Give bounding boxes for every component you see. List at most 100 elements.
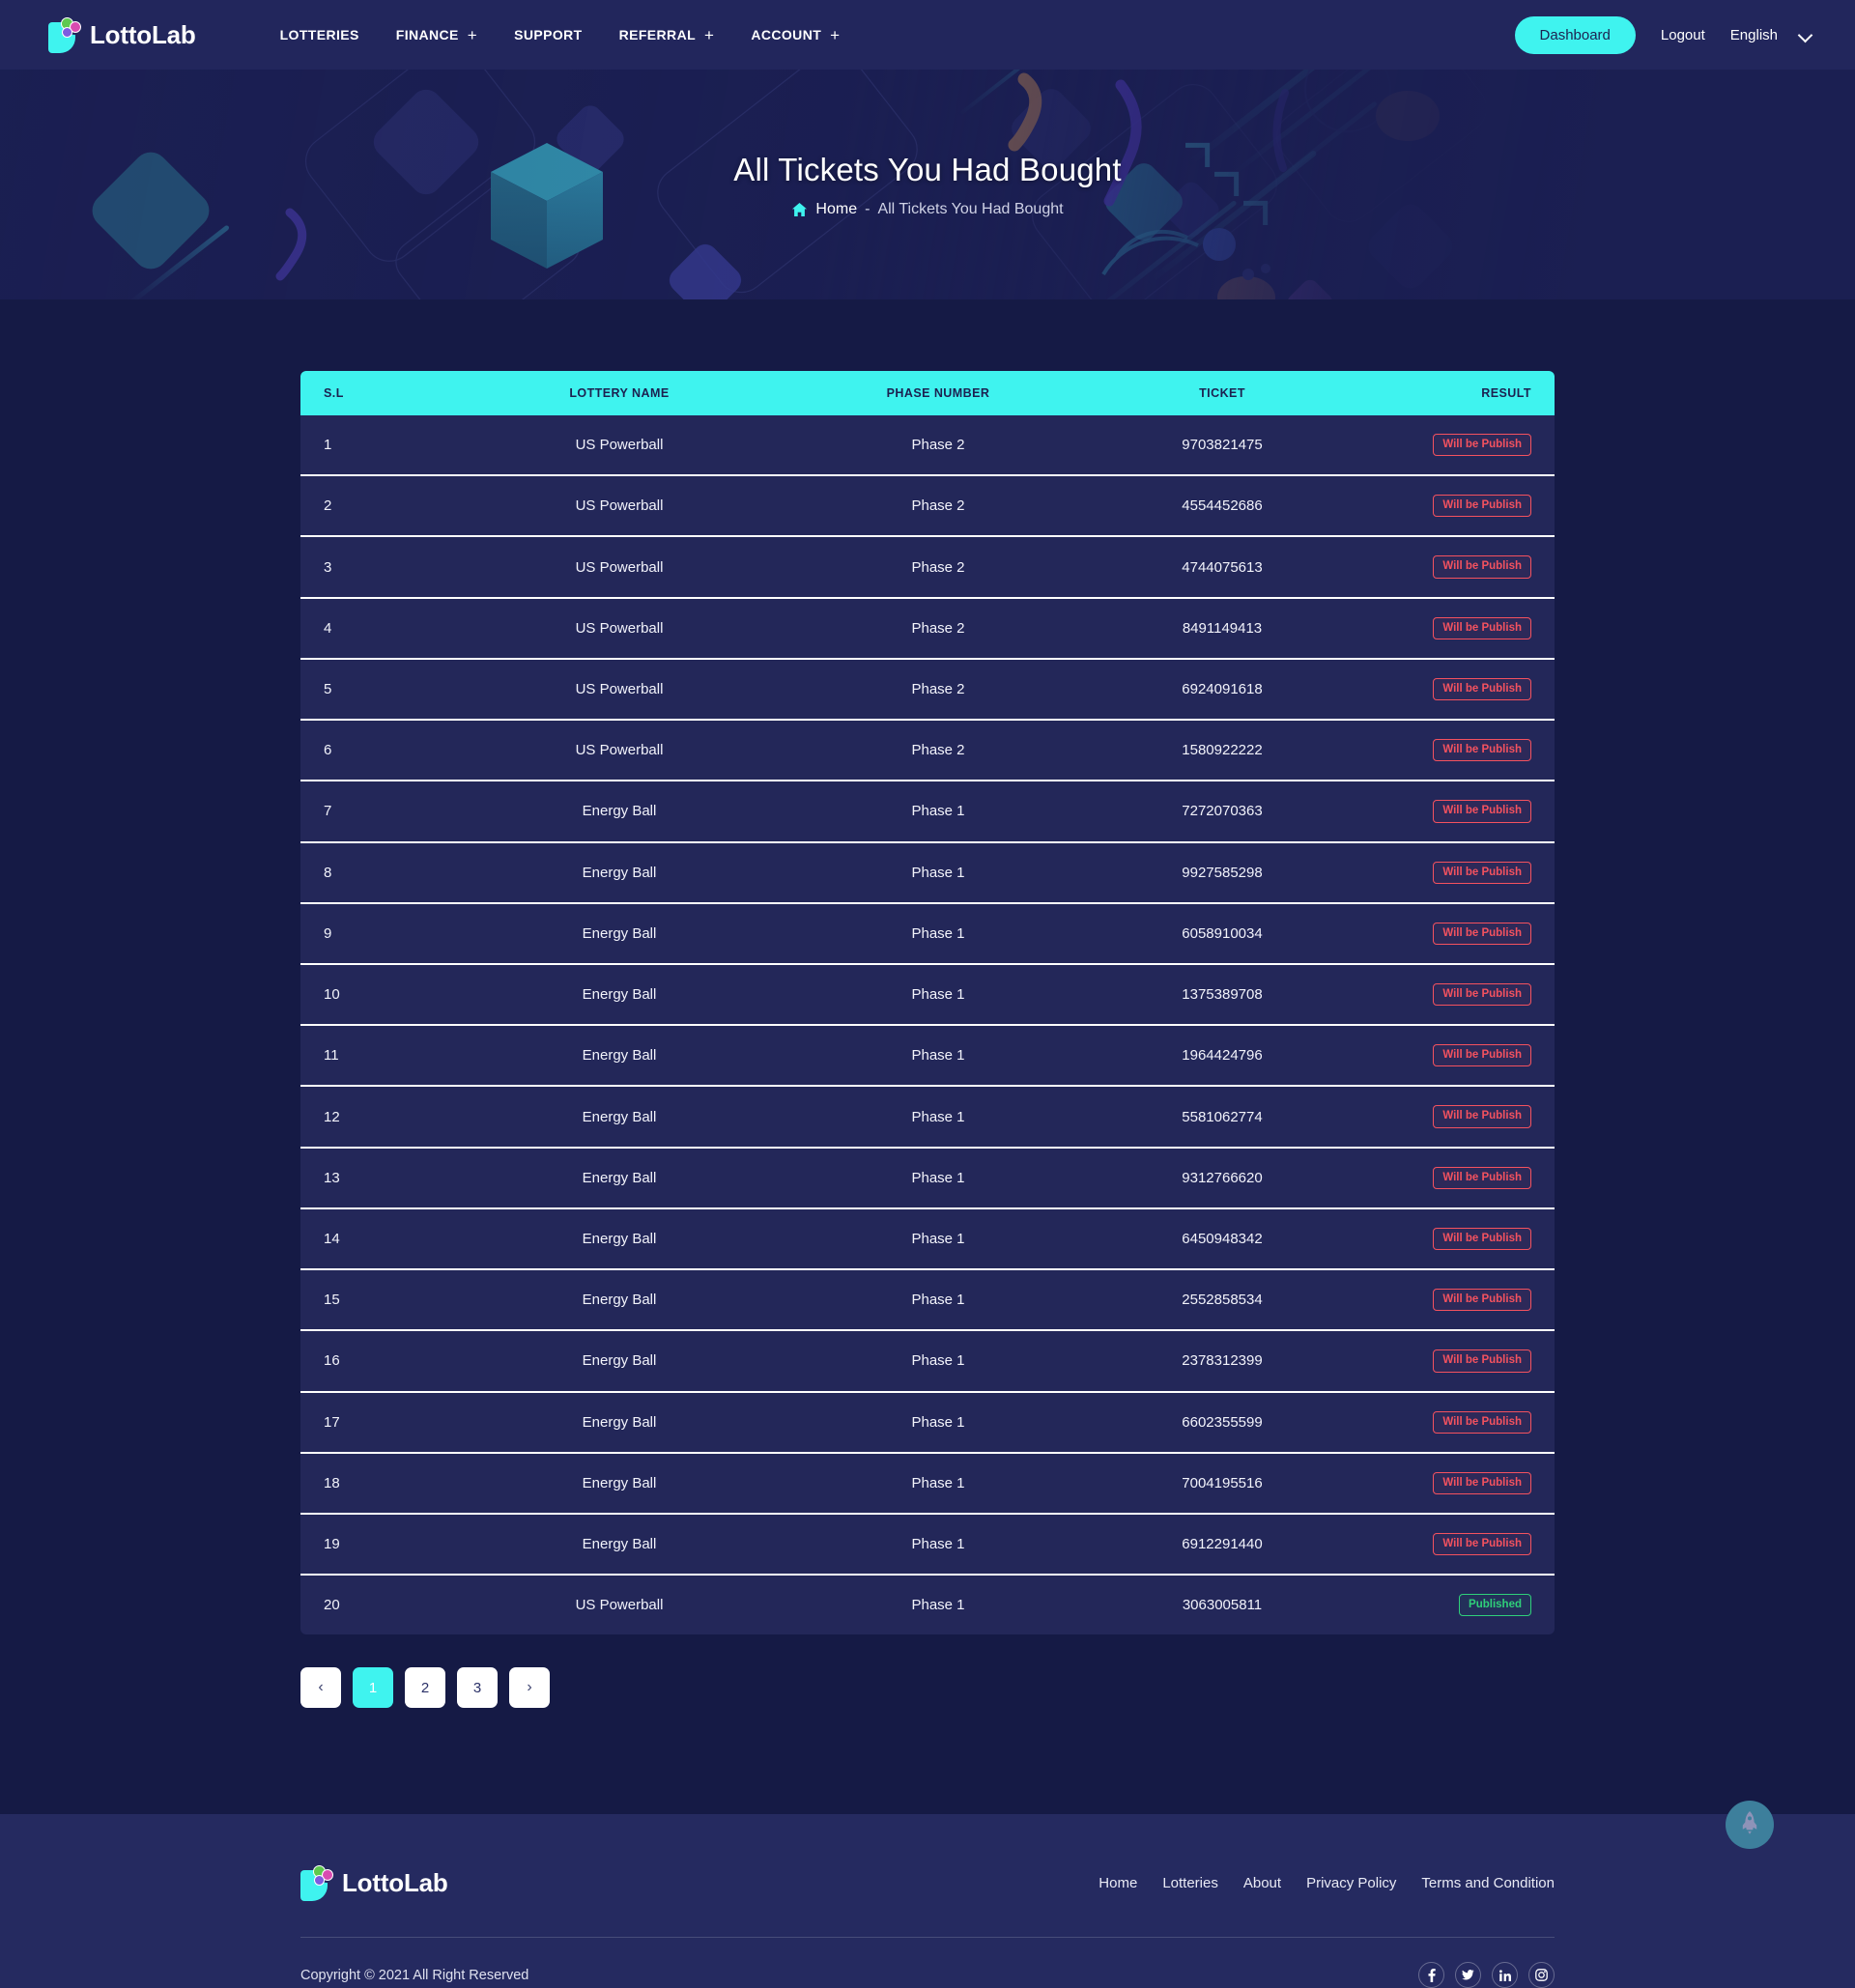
cell-ticket: 6058910034 (1083, 903, 1361, 965)
cell-lottery-name: Energy Ball (445, 1026, 793, 1088)
twitter-icon[interactable] (1455, 1962, 1481, 1988)
social-links (1418, 1962, 1555, 1988)
cell-ticket: 2552858534 (1083, 1270, 1361, 1332)
cell-phase-number: Phase 1 (793, 781, 1083, 843)
footer-link-lotteries[interactable]: Lotteries (1162, 1875, 1218, 1891)
nav-label: FINANCE (395, 27, 459, 43)
main-content: S.L LOTTERY NAME PHASE NUMBER TICKET RES… (0, 299, 1855, 1709)
status-badge: Will be Publish (1433, 616, 1531, 639)
status-badge: Will be Publish (1433, 1410, 1531, 1434)
table-row: 19 Energy Ball Phase 1 6912291440 Will be Pu… (300, 1514, 1555, 1576)
cell-phase-number: Phase 1 (793, 964, 1083, 1027)
cell-lottery-name: US Powerball (445, 659, 793, 722)
column-header-phase-number: PHASE NUMBER (793, 371, 1083, 415)
cell-result: Will be Publish (1361, 415, 1555, 477)
copyright-text: Copyright © 2021 All Right Reserved (300, 1967, 529, 1983)
status-badge: Will be Publish (1433, 1349, 1531, 1373)
table-row: 14 Energy Ball Phase 1 6450948342 Will be Pu… (300, 1208, 1555, 1271)
language-selector[interactable]: English (1730, 27, 1778, 43)
cell-result: Will be Publish (1361, 1208, 1555, 1271)
facebook-icon[interactable] (1418, 1962, 1444, 1988)
nav-item-finance[interactable]: FINANCE + (378, 27, 496, 43)
cell-ticket: 9927585298 (1083, 842, 1361, 904)
pagination-page-3[interactable]: 3 (457, 1667, 498, 1709)
main-navigation: LOTTERIES FINANCE + SUPPORT REFERRAL + A… (262, 27, 859, 43)
lottolab-logo-icon (48, 16, 81, 53)
nav-item-support[interactable]: SUPPORT (496, 27, 600, 43)
column-header-lottery-name: LOTTERY NAME (445, 371, 793, 415)
cell-phase-number: Phase 2 (793, 721, 1083, 782)
table-row: 1 US Powerball Phase 2 9703821475 Will be Pu… (300, 415, 1555, 477)
cell-lottery-name: Energy Ball (445, 1453, 793, 1515)
linkedin-icon[interactable] (1492, 1962, 1518, 1988)
table-row: 12 Energy Ball Phase 1 5581062774 Will be Pu… (300, 1087, 1555, 1149)
table-body: 1 US Powerball Phase 2 9703821475 Will be Pu… (300, 415, 1555, 1635)
cell-lottery-name: US Powerball (445, 1576, 793, 1635)
breadcrumb-home-link[interactable]: Home (815, 201, 857, 218)
cell-result: Will be Publish (1361, 1026, 1555, 1088)
footer-link-privacy-policy[interactable]: Privacy Policy (1306, 1875, 1396, 1891)
logout-link[interactable]: Logout (1661, 27, 1705, 43)
scroll-to-top-button[interactable] (1726, 1801, 1774, 1849)
page-banner: All Tickets You Had Bought Home - All Ti… (0, 70, 1855, 299)
cell-phase-number: Phase 2 (793, 476, 1083, 538)
footer-logo[interactable]: LottoLab (300, 1864, 448, 1902)
site-logo[interactable]: LottoLab (48, 16, 196, 53)
footer-link-home[interactable]: Home (1099, 1875, 1137, 1891)
table-row: 6 US Powerball Phase 2 1580922222 Will be Pu… (300, 721, 1555, 782)
cell-result: Will be Publish (1361, 721, 1555, 782)
chevron-down-icon[interactable] (1800, 30, 1811, 41)
cell-sl: 16 (300, 1331, 445, 1393)
column-header-ticket: TICKET (1083, 371, 1361, 415)
nav-item-lotteries[interactable]: LOTTERIES (262, 27, 378, 43)
nav-item-referral[interactable]: REFERRAL + (601, 27, 733, 43)
pagination-next-button[interactable]: › (509, 1667, 550, 1709)
cell-result: Will be Publish (1361, 964, 1555, 1027)
cell-sl: 7 (300, 781, 445, 843)
nav-label: ACCOUNT (751, 27, 822, 43)
status-badge: Will be Publish (1433, 434, 1531, 457)
cell-phase-number: Phase 1 (793, 1148, 1083, 1209)
cell-sl: 10 (300, 964, 445, 1027)
plus-icon: + (830, 25, 841, 44)
cell-sl: 9 (300, 903, 445, 965)
cell-result: Published (1361, 1576, 1555, 1635)
footer-link-about[interactable]: About (1243, 1875, 1281, 1891)
status-badge: Will be Publish (1433, 861, 1531, 884)
cell-ticket: 6912291440 (1083, 1514, 1361, 1576)
status-badge: Will be Publish (1433, 677, 1531, 701)
lottolab-logo-icon (300, 1864, 333, 1902)
cell-lottery-name: Energy Ball (445, 1270, 793, 1332)
cell-phase-number: Phase 1 (793, 1392, 1083, 1454)
plus-icon: + (704, 25, 715, 44)
rocket-icon (1739, 1810, 1760, 1840)
cell-lottery-name: US Powerball (445, 537, 793, 599)
cell-result: Will be Publish (1361, 903, 1555, 965)
cell-lottery-name: Energy Ball (445, 1392, 793, 1454)
cell-ticket: 1580922222 (1083, 721, 1361, 782)
footer-logo-text: LottoLab (342, 1867, 448, 1897)
cell-ticket: 1964424796 (1083, 1026, 1361, 1088)
status-badge: Will be Publish (1433, 1227, 1531, 1251)
cell-phase-number: Phase 1 (793, 1087, 1083, 1149)
nav-label: LOTTERIES (279, 27, 359, 43)
pagination-prev-button[interactable]: ‹ (300, 1667, 341, 1709)
cell-ticket: 2378312399 (1083, 1331, 1361, 1393)
cell-phase-number: Phase 1 (793, 1208, 1083, 1271)
table-row: 4 US Powerball Phase 2 8491149413 Will be Pu… (300, 598, 1555, 660)
pagination: ‹ 1 2 3 › (300, 1634, 1555, 1709)
dashboard-button[interactable]: Dashboard (1514, 15, 1636, 54)
instagram-icon[interactable] (1528, 1962, 1555, 1988)
pagination-page-1[interactable]: 1 (353, 1667, 393, 1709)
cell-sl: 2 (300, 476, 445, 538)
table-head: S.L LOTTERY NAME PHASE NUMBER TICKET RES… (300, 371, 1555, 415)
cell-phase-number: Phase 1 (793, 1576, 1083, 1635)
table-row: 15 Energy Ball Phase 1 2552858534 Will be Pu… (300, 1270, 1555, 1332)
cell-sl: 18 (300, 1453, 445, 1515)
nav-item-account[interactable]: ACCOUNT + (732, 27, 858, 43)
status-badge: Will be Publish (1433, 1289, 1531, 1312)
pagination-page-2[interactable]: 2 (405, 1667, 445, 1709)
footer-link-terms-and-condition[interactable]: Terms and Condition (1421, 1875, 1555, 1891)
cell-result: Will be Publish (1361, 1453, 1555, 1515)
cell-sl: 15 (300, 1270, 445, 1332)
